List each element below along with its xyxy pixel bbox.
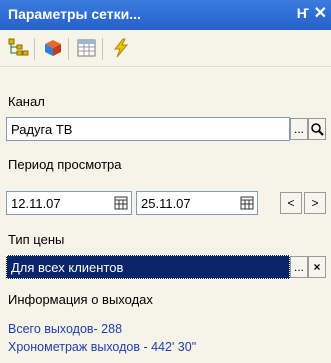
previous-period-button[interactable]: <	[280, 192, 302, 214]
toolbar-divider	[0, 66, 331, 67]
clear-icon[interactable]: ×	[308, 256, 326, 278]
info-duration: Хронометраж выходов - 442' 30"	[8, 340, 197, 354]
channel-value: Радуга ТВ	[11, 122, 73, 137]
toolbar-separator	[68, 38, 69, 60]
price-type-label: Тип цены	[8, 232, 65, 247]
channel-select-button[interactable]: ...	[290, 118, 308, 140]
search-icon[interactable]	[308, 118, 326, 140]
close-icon[interactable]: ✕	[314, 3, 327, 23]
channel-field[interactable]: Радуга ТВ	[6, 117, 290, 141]
channel-label: Канал	[8, 94, 45, 109]
toolbar-separator	[102, 38, 103, 60]
toolbar	[0, 30, 331, 66]
hierarchy-icon[interactable]	[8, 38, 30, 58]
window-titlebar: Параметры сетки... Ҥ ✕	[0, 0, 331, 30]
window-title: Параметры сетки...	[8, 6, 141, 22]
next-period-button[interactable]: >	[304, 192, 326, 214]
info-total: Всего выходов- 288	[8, 322, 123, 336]
pin-icon[interactable]: Ҥ	[297, 5, 309, 21]
period-to-value: 25.11.07	[141, 196, 191, 211]
price-type-select-button[interactable]: ...	[290, 256, 308, 278]
period-label: Период просмотра	[8, 157, 122, 172]
lightning-icon[interactable]	[110, 38, 132, 58]
period-from-value: 12.11.07	[11, 196, 61, 211]
grid-icon[interactable]	[76, 38, 98, 58]
price-type-field[interactable]: Для всех клиентов	[6, 255, 290, 279]
calendar-icon[interactable]	[112, 192, 130, 214]
cube-icon[interactable]	[42, 38, 64, 58]
price-type-value: Для всех клиентов	[11, 260, 124, 275]
toolbar-separator	[34, 38, 35, 60]
calendar-icon[interactable]	[238, 192, 256, 214]
info-label: Информация о выходах	[8, 292, 153, 307]
